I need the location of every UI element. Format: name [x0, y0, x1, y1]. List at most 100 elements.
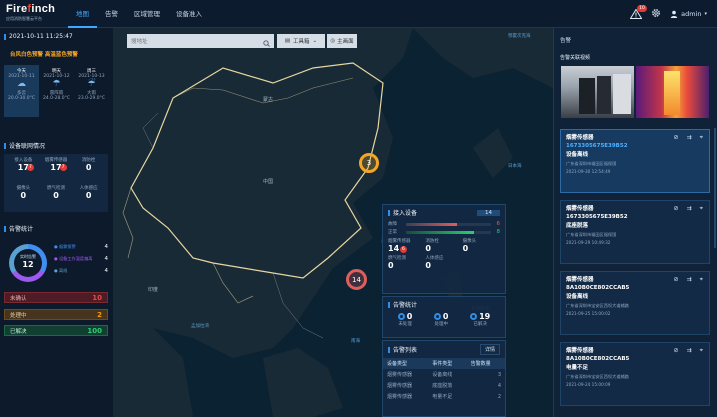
- toolbox-button[interactable]: ▤ 工具箱 ⌄: [277, 34, 325, 48]
- access-count-badge: 14: [477, 209, 500, 216]
- device-item-body[interactable]: 人体感应 0: [72, 185, 105, 210]
- status-value: 100: [87, 326, 102, 335]
- forward-icon[interactable]: ⇉: [687, 205, 692, 213]
- status-resolved[interactable]: 已解决 100: [4, 325, 108, 336]
- access-item-smoke[interactable]: 烟雾传感器 14 6: [388, 238, 425, 253]
- device-item-gas[interactable]: 燃气检测 0: [40, 185, 73, 210]
- alarm-device-id: 8A10B0CE802CCAB5: [566, 285, 630, 291]
- gear-icon[interactable]: [651, 8, 661, 20]
- weather-temp: 20.0-30.0°C: [7, 96, 36, 101]
- search-icon[interactable]: [263, 32, 270, 51]
- locate-icon[interactable]: ⌖: [700, 276, 703, 284]
- table-header: 告警数量: [470, 361, 491, 367]
- cluster-count: 3: [366, 159, 372, 167]
- device-item-camera[interactable]: 摄像头 0: [7, 185, 40, 210]
- alarm-card[interactable]: ⊘ ⇉ ⌖ 烟雾传感器 1673305675E39B52 底座脱落 广东省深圳市福田…: [560, 200, 710, 264]
- table-cell: 设备离线: [432, 372, 453, 378]
- cluster-count: 14: [352, 275, 361, 284]
- map-search[interactable]: 搜地址: [127, 34, 274, 48]
- device-item-access[interactable]: 接入设备 17 7: [7, 157, 40, 182]
- search-input[interactable]: 搜地址: [131, 37, 263, 45]
- alarm-list-detail-button[interactable]: 详情: [479, 344, 500, 355]
- access-item-hydrant[interactable]: 消防栓 0: [425, 238, 462, 253]
- table-row[interactable]: 烟雾传感器 电量不足 2: [383, 391, 505, 402]
- status-processing[interactable]: 处理中 2: [4, 309, 108, 320]
- weather-temp: 24.0-28.0°C: [42, 96, 71, 101]
- weather-day: 周三 2021-10-13 ☔ 大雨 23.0-29.0°C: [74, 65, 109, 117]
- table-row[interactable]: 烟雾传感器 设备离线 3: [383, 369, 505, 380]
- device-item-smoke[interactable]: 烟雾传感器 17 7: [40, 157, 73, 182]
- access-item-camera[interactable]: 摄像头 0: [463, 238, 500, 253]
- brand-logo[interactable]: Firefinch 应用消防智慧云平台: [6, 2, 64, 23]
- check-circle-icon[interactable]: ⊘: [674, 134, 679, 142]
- main-nav: 地图 告警 区域管理 设备准入: [68, 0, 210, 28]
- table-header: 设备类型: [387, 361, 408, 367]
- nav-alarm[interactable]: 告警: [97, 0, 126, 28]
- locate-icon[interactable]: ⌖: [700, 347, 703, 355]
- access-item-gas[interactable]: 燃气检测 0: [388, 255, 425, 270]
- map-cluster[interactable]: 3: [359, 153, 379, 173]
- access-item-body[interactable]: 人体感应 0: [425, 255, 462, 270]
- weather-warning: 台风白色预警 高温蓝色预警: [10, 52, 78, 58]
- check-circle-icon[interactable]: ⊘: [674, 276, 679, 284]
- alarm-event: 设备离线: [566, 152, 589, 158]
- legend-item: ● 烟雾报警 4: [54, 241, 108, 253]
- normal-bar: [406, 230, 474, 234]
- video-section-title: 告警关联视频: [560, 55, 591, 61]
- access-device-panel: 接入设备 14 故障 6 正常 8 烟雾传感器 14 6 消防栓 0 摄像头 0 燃: [382, 204, 506, 294]
- map-label: 中国: [263, 179, 274, 185]
- map-label: 印度: [148, 287, 159, 293]
- item-value: 0: [425, 261, 431, 270]
- table-cell: 2: [497, 393, 501, 400]
- alert-icon[interactable]: 10: [629, 4, 647, 19]
- donut-value: 12: [22, 260, 34, 269]
- scrollbar[interactable]: [714, 128, 716, 248]
- target-icon: ◎: [330, 38, 336, 44]
- table-cell: 烟雾传感器: [387, 383, 413, 389]
- forward-icon[interactable]: ⇉: [687, 276, 692, 284]
- stat-processing: 0 处理中: [433, 312, 449, 327]
- alarm-event: 设备离线: [566, 294, 589, 300]
- weather-forecast: 今天 2021-10-11 ☁ 多云 20.0-30.0°C 明天 2021-1…: [4, 65, 109, 117]
- alarm-address: 广东省深圳市福田区福保国: [566, 161, 617, 166]
- device-item-hydrant[interactable]: 消防栓 0: [72, 157, 105, 182]
- home-button[interactable]: ◎ 主画面: [327, 34, 357, 48]
- forward-icon[interactable]: ⇉: [687, 347, 692, 355]
- alarm-address: 广东省深圳市宝安区西坝大道辅路: [566, 374, 629, 379]
- brand-name: Fire: [6, 2, 28, 15]
- map-label: 日本海: [508, 164, 522, 169]
- alarm-time: 2021-09-24 15:00:09: [566, 382, 611, 387]
- device-grid: 接入设备 17 7 烟雾传感器 17 7 消防栓 0 摄像头 0 燃气检测 0 …: [4, 154, 108, 212]
- nav-map[interactable]: 地图: [68, 0, 97, 28]
- locate-icon[interactable]: ⌖: [700, 134, 703, 142]
- legend-item: ● 设备工作温度偏离 4: [54, 253, 108, 265]
- video-thumbnail[interactable]: [561, 66, 634, 118]
- check-circle-icon[interactable]: ⊘: [674, 205, 679, 213]
- legend-label: ● 设备工作温度偏离: [54, 256, 93, 261]
- nav-area[interactable]: 区域管理: [126, 0, 168, 28]
- ring-icon: [433, 313, 441, 320]
- check-circle-icon[interactable]: ⊘: [674, 347, 679, 355]
- panel-title: 接入设备: [388, 208, 417, 217]
- nav-device[interactable]: 设备准入: [168, 0, 210, 28]
- datetime-section: 2021-10-11 11:25:47: [4, 33, 73, 40]
- thermal-thumbnail[interactable]: [636, 66, 709, 118]
- user-menu[interactable]: admin ▾: [670, 10, 707, 18]
- device-value: 0: [53, 190, 59, 200]
- alarm-card[interactable]: ⊘ ⇉ ⌖ 烟雾传感器 8A10B0CE802CCAB5 设备离线 广东省深圳市宝安…: [560, 271, 710, 335]
- map-label: 孟加拉湾: [191, 324, 209, 329]
- alarm-card[interactable]: ⊘ ⇉ ⌖ 烟雾传感器 1673305675E39B52 设备离线 广东省深圳市福田…: [560, 129, 710, 193]
- forward-icon[interactable]: ⇉: [687, 134, 692, 142]
- map-cluster[interactable]: 14: [346, 269, 367, 290]
- fault-bar: [406, 222, 457, 226]
- stat-value: 19: [479, 312, 491, 321]
- device-value: 17: [17, 163, 29, 172]
- status-unconfirmed[interactable]: 未确认 10: [4, 292, 108, 303]
- alarm-stats-panel: 告警统计 0 未处理 0 处理中 19 已解决: [382, 296, 506, 338]
- table-row[interactable]: 烟雾传感器 底座脱落 4: [383, 380, 505, 391]
- alarm-card[interactable]: ⊘ ⇉ ⌖ 烟雾传感器 8A10B0CE802CCAB5 电量不足 广东省深圳市宝安…: [560, 342, 710, 406]
- status-label: 处理中: [10, 312, 27, 319]
- normal-label: 正常: [388, 230, 397, 235]
- map-view[interactable]: 搜地址 ▤工具箱⌄ ◎主画面 鄂霍次克海 日本海 东海 南海 孟加拉湾 菲律宾海…: [113, 28, 553, 417]
- locate-icon[interactable]: ⌖: [700, 205, 703, 213]
